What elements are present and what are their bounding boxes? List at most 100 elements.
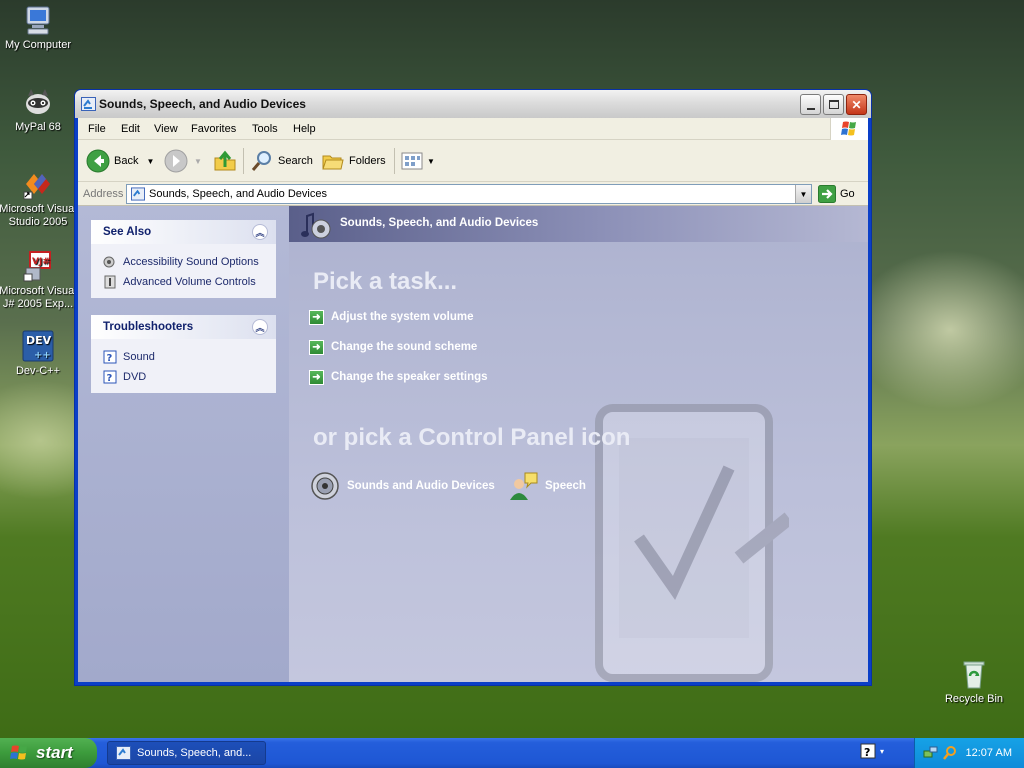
desktop-icon-recycle-bin[interactable]: Recycle Bin bbox=[934, 658, 1014, 706]
music-note-icon bbox=[301, 212, 331, 239]
forward-arrow-icon bbox=[164, 149, 188, 173]
menu-bar: File Edit View Favorites Tools Help bbox=[78, 118, 868, 140]
folders-button[interactable]: Folders bbox=[321, 148, 386, 174]
troubleshooter-item-dvd[interactable]: ? DVD bbox=[103, 367, 276, 387]
close-icon: ✕ bbox=[851, 97, 862, 112]
back-arrow-icon bbox=[86, 149, 110, 173]
help-icon: ? bbox=[860, 743, 876, 759]
see-also-item-accessibility[interactable]: Accessibility Sound Options bbox=[103, 252, 276, 272]
toolbar-separator bbox=[394, 148, 395, 174]
task-label: Adjust the system volume bbox=[331, 311, 474, 323]
standard-toolbar: Back ▼ ▼ Search Folders ▼ bbox=[78, 140, 868, 182]
collapse-icon[interactable]: ︽ bbox=[252, 224, 268, 240]
desktop-icon-label: Microsoft Visual J# 2005 Exp... bbox=[0, 285, 77, 310]
start-button[interactable]: start bbox=[0, 738, 97, 768]
menu-edit[interactable]: Edit bbox=[121, 123, 140, 135]
task-label: Change the speaker settings bbox=[331, 371, 488, 383]
svg-text:++: ++ bbox=[34, 350, 51, 361]
search-button[interactable]: Search bbox=[250, 148, 313, 174]
back-label: Back bbox=[114, 155, 139, 167]
back-dropdown-icon[interactable]: ▼ bbox=[146, 157, 154, 166]
language-bar-options-icon[interactable]: ▾ bbox=[880, 747, 884, 756]
computer-icon bbox=[22, 4, 54, 36]
category-title: Sounds, Speech, and Audio Devices bbox=[340, 217, 539, 229]
collapse-icon[interactable]: ︽ bbox=[252, 319, 268, 335]
language-bar[interactable]: ? ▾ bbox=[860, 743, 884, 759]
menu-favorites[interactable]: Favorites bbox=[191, 123, 236, 135]
taskbar-window-button[interactable]: Sounds, Speech, and... bbox=[107, 741, 266, 765]
search-label: Search bbox=[278, 155, 313, 167]
arrow-right-icon: ➜ bbox=[309, 369, 324, 385]
see-also-header[interactable]: See Also ︽ bbox=[91, 220, 276, 244]
troubleshooters-header[interactable]: Troubleshooters ︽ bbox=[91, 315, 276, 339]
cp-icon-label: Speech bbox=[545, 480, 586, 492]
control-panel-icon bbox=[81, 97, 96, 111]
address-bar: Address Sounds, Speech, and Audio Device… bbox=[78, 182, 868, 206]
desktop-icon-mypal[interactable]: MyPal 68 bbox=[0, 86, 78, 134]
cp-icon-sounds-audio-devices[interactable]: Sounds and Audio Devices bbox=[309, 470, 495, 502]
raccoon-icon bbox=[22, 86, 54, 118]
speech-icon bbox=[510, 472, 538, 500]
pick-task-heading: Pick a task... bbox=[313, 268, 458, 295]
desktop-icon-visual-studio[interactable]: Microsoft Visual Studio 2005 bbox=[0, 168, 78, 229]
visual-studio-icon bbox=[22, 168, 54, 200]
troubleshooters-box: Troubleshooters ︽ ? Sound ? DVD bbox=[91, 315, 276, 393]
up-folder-button[interactable] bbox=[213, 148, 237, 174]
speaker-icon bbox=[311, 472, 339, 500]
svg-text:VJ#: VJ# bbox=[32, 257, 50, 267]
see-also-title: See Also bbox=[103, 226, 152, 238]
search-icon[interactable] bbox=[942, 745, 958, 761]
task-change-speaker-settings[interactable]: ➜ Change the speaker settings bbox=[309, 368, 488, 386]
troubleshooter-label: Sound bbox=[123, 351, 155, 363]
menu-tools[interactable]: Tools bbox=[252, 123, 278, 135]
help-icon: ? bbox=[103, 350, 117, 364]
pick-icon-heading: or pick a Control Panel icon bbox=[313, 424, 631, 451]
network-icon[interactable] bbox=[923, 745, 939, 761]
speaker-icon bbox=[103, 256, 115, 268]
address-dropdown-button[interactable]: ▼ bbox=[795, 185, 811, 203]
content-area: See Also ︽ Accessibility Sound Options A… bbox=[78, 206, 868, 682]
task-adjust-volume[interactable]: ➜ Adjust the system volume bbox=[309, 308, 474, 326]
troubleshooter-item-sound[interactable]: ? Sound bbox=[103, 347, 276, 367]
go-label: Go bbox=[840, 188, 855, 200]
menu-file[interactable]: File bbox=[88, 123, 106, 135]
title-bar[interactable]: Sounds, Speech, and Audio Devices ✕ bbox=[75, 90, 871, 118]
close-button[interactable]: ✕ bbox=[846, 94, 867, 115]
category-header: Sounds, Speech, and Audio Devices bbox=[289, 206, 868, 242]
desktop-icon-dev-cpp[interactable]: DEV ++ Dev-C++ bbox=[0, 330, 78, 378]
windows-flag-icon bbox=[10, 745, 27, 760]
back-button[interactable]: Back ▼ bbox=[86, 148, 154, 174]
start-label: start bbox=[36, 743, 73, 762]
visual-jsharp-icon: VJ# bbox=[22, 250, 54, 282]
menu-view[interactable]: View bbox=[154, 123, 178, 135]
desktop-icon-visual-jsharp[interactable]: VJ# Microsoft Visual J# 2005 Exp... bbox=[0, 250, 78, 311]
desktop-icon-label: Recycle Bin bbox=[944, 693, 1004, 705]
recycle-bin-icon bbox=[958, 658, 990, 690]
troubleshooters-title: Troubleshooters bbox=[103, 321, 194, 333]
see-also-label: Accessibility Sound Options bbox=[123, 256, 259, 268]
search-icon bbox=[251, 151, 271, 171]
see-also-item-volume[interactable]: Advanced Volume Controls bbox=[103, 272, 276, 292]
minimize-button[interactable] bbox=[800, 94, 821, 115]
windows-flag-icon bbox=[830, 118, 868, 140]
clock[interactable]: 12:07 AM bbox=[966, 747, 1012, 759]
svg-text:?: ? bbox=[107, 373, 113, 384]
control-panel-icon bbox=[116, 746, 131, 760]
dev-cpp-icon: DEV ++ bbox=[22, 330, 54, 362]
forward-button[interactable]: ▼ bbox=[164, 148, 202, 174]
svg-text:?: ? bbox=[864, 746, 870, 759]
menu-help[interactable]: Help bbox=[293, 123, 316, 135]
address-input[interactable]: Sounds, Speech, and Audio Devices ▼ bbox=[126, 184, 812, 204]
task-label: Change the sound scheme bbox=[331, 341, 478, 353]
taskbar-window-label: Sounds, Speech, and... bbox=[137, 747, 252, 759]
task-change-sound-scheme[interactable]: ➜ Change the sound scheme bbox=[309, 338, 477, 356]
views-button[interactable]: ▼ bbox=[400, 148, 435, 174]
category-view: Sounds, Speech, and Audio Devices Pick a… bbox=[289, 206, 868, 682]
go-button[interactable]: Go bbox=[818, 185, 855, 203]
maximize-button[interactable] bbox=[823, 94, 844, 115]
maximize-icon bbox=[828, 100, 839, 109]
arrow-right-icon: ➜ bbox=[309, 309, 324, 325]
desktop-icon-my-computer[interactable]: My Computer bbox=[0, 4, 78, 52]
cp-icon-speech[interactable]: Speech bbox=[507, 470, 586, 502]
system-tray: 12:07 AM bbox=[914, 738, 1024, 768]
